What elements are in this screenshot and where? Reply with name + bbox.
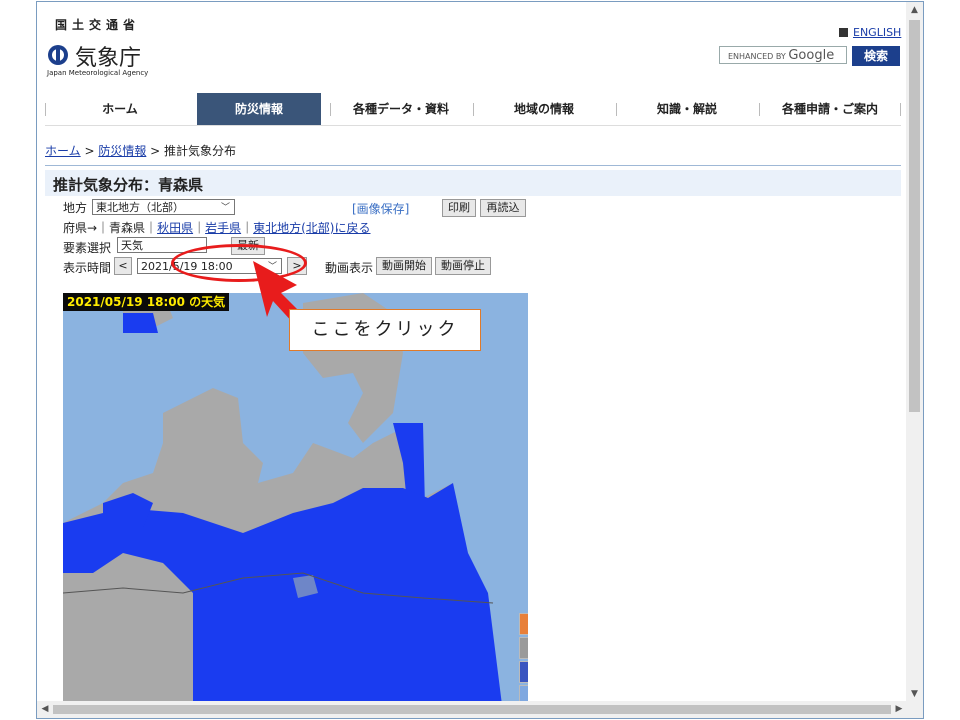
snow-rain-legend-icon[interactable]: [519, 685, 528, 702]
nav-separator: [900, 103, 901, 116]
cloudy-legend-icon[interactable]: [519, 637, 528, 659]
chevron-down-icon: ﹀: [220, 203, 230, 213]
search-input[interactable]: ENHANCED BY Google: [719, 46, 847, 64]
print-button[interactable]: 印刷: [442, 199, 476, 217]
animation-stop-button[interactable]: 動画停止: [435, 257, 491, 275]
weather-map-graphic: [63, 293, 502, 702]
region-label: 地方: [63, 201, 88, 215]
element-select-value: 天気: [121, 239, 143, 252]
annotation-callout: ここをクリック: [289, 309, 481, 351]
reload-button[interactable]: 再読込: [480, 199, 526, 217]
breadcrumb-separator: >: [80, 144, 99, 158]
prefecture-prefix: 府県→｜青森県｜: [63, 221, 158, 235]
nav-divider: [45, 125, 901, 126]
breadcrumb-divider: [45, 165, 901, 166]
agency-name[interactable]: 気象庁: [75, 40, 141, 72]
horizontal-scroll-thumb[interactable]: [53, 705, 891, 714]
region-select-value: 東北地方（北部）: [96, 201, 184, 214]
save-image-link[interactable]: [画像保存]: [352, 200, 409, 217]
nav-item-regional[interactable]: 地域の情報: [474, 93, 614, 125]
jma-logo-icon[interactable]: [47, 44, 69, 66]
element-label: 要素選択: [63, 241, 112, 255]
search-placeholder: ENHANCED BY: [728, 52, 786, 61]
region-select[interactable]: 東北地方（北部） ﹀: [92, 199, 235, 215]
nav-item-home[interactable]: ホーム: [45, 93, 195, 125]
ministry-name: 国土交通省: [55, 18, 141, 32]
global-nav: ホーム 防災情報 各種データ・資料 地域の情報 知識・解説 各種申請・ご案内: [45, 93, 901, 125]
horizontal-scrollbar[interactable]: ◀ ▶: [37, 701, 923, 718]
weather-map[interactable]: 2021/05/19 18:00 の天気: [63, 293, 528, 702]
prefecture-separator: ｜: [193, 221, 206, 235]
vertical-scrollbar[interactable]: ▲ ▼: [906, 2, 923, 702]
prev-time-button[interactable]: <: [114, 257, 132, 275]
search-brand: Google: [788, 48, 835, 63]
sunny-legend-icon[interactable]: [519, 613, 528, 635]
breadcrumb: ホーム > 防災情報 > 推計気象分布: [45, 142, 236, 159]
english-link-icon: [839, 28, 848, 37]
breadcrumb-home-link[interactable]: ホーム: [45, 144, 81, 158]
nav-item-disaster[interactable]: 防災情報: [197, 93, 321, 125]
back-to-region-link[interactable]: 東北地方(北部)に戻る: [253, 221, 370, 235]
map-timestamp-label: 2021/05/19 18:00 の天気: [63, 293, 230, 311]
animation-label: 動画表示: [325, 261, 374, 275]
english-link[interactable]: ENGLISH: [853, 26, 901, 39]
agency-name-en: Japan Meteorological Agency: [47, 69, 149, 77]
scroll-up-icon[interactable]: ▲: [906, 2, 923, 18]
breadcrumb-disaster-link[interactable]: 防災情報: [98, 144, 146, 158]
browser-viewport: 国土交通省 気象庁 Japan Meteorological Agency EN…: [36, 1, 924, 719]
iwate-link[interactable]: 岩手県: [205, 221, 241, 235]
page-content: 国土交通省 気象庁 Japan Meteorological Agency EN…: [37, 2, 907, 702]
nav-item-applications[interactable]: 各種申請・ご案内: [760, 93, 900, 125]
scroll-down-icon[interactable]: ▼: [906, 686, 923, 702]
akita-link[interactable]: 秋田県: [157, 221, 193, 235]
scroll-left-icon[interactable]: ◀: [37, 701, 53, 718]
search-button[interactable]: 検索: [852, 46, 900, 66]
nav-item-knowledge[interactable]: 知識・解説: [617, 93, 757, 125]
map-rain-north: [123, 313, 158, 333]
animation-start-button[interactable]: 動画開始: [376, 257, 432, 275]
breadcrumb-current: 推計気象分布: [164, 144, 237, 158]
prefecture-separator: ｜: [241, 221, 254, 235]
breadcrumb-separator: >: [146, 144, 165, 158]
page-title: 推計気象分布：青森県: [53, 176, 204, 194]
prefecture-links: 府県→｜青森県｜秋田県｜岩手県｜東北地方(北部)に戻る: [63, 219, 371, 236]
nav-item-data[interactable]: 各種データ・資料: [331, 93, 471, 125]
time-label: 表示時間: [63, 261, 112, 275]
vertical-scroll-thumb[interactable]: [909, 20, 920, 412]
scroll-right-icon[interactable]: ▶: [891, 701, 907, 718]
rain-legend-icon[interactable]: [519, 661, 528, 683]
